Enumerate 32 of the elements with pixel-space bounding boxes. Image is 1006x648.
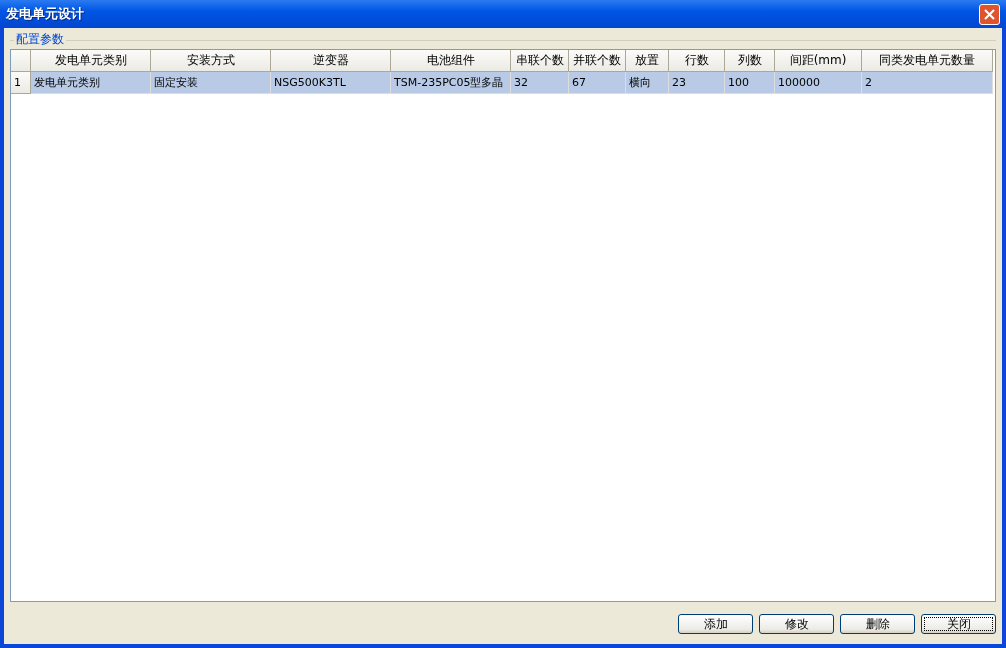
table-cell: 固定安装 [151, 72, 271, 94]
group-title: 配置参数 [14, 31, 66, 48]
column-header[interactable]: 电池组件 [391, 50, 511, 72]
column-header[interactable]: 逆变器 [271, 50, 391, 72]
column-header[interactable]: 安装方式 [151, 50, 271, 72]
column-header[interactable]: 行数 [669, 50, 725, 72]
table-cell: NSG500K3TL [271, 72, 391, 94]
dialog-button[interactable]: 删除 [840, 614, 915, 634]
close-icon [984, 8, 995, 20]
table-cell: 100 [725, 72, 775, 94]
table-cell: 32 [511, 72, 569, 94]
column-header[interactable]: 同类发电单元数量 [862, 50, 993, 72]
column-header[interactable]: 发电单元类别 [31, 50, 151, 72]
window-title: 发电单元设计 [6, 5, 84, 23]
table-cell: 发电单元类别 [31, 72, 151, 94]
dialog-button[interactable]: 修改 [759, 614, 834, 634]
dialog-button[interactable]: 添加 [678, 614, 753, 634]
table-cell: 100000 [775, 72, 862, 94]
column-header[interactable]: 并联个数 [569, 50, 626, 72]
column-header[interactable]: 串联个数 [511, 50, 569, 72]
table-cell: TSM-235PC05型多晶 [391, 72, 511, 94]
column-header[interactable]: 列数 [725, 50, 775, 72]
table-cell: 23 [669, 72, 725, 94]
dialog-button[interactable]: 关闭 [921, 614, 996, 634]
table-cell: 67 [569, 72, 626, 94]
corner-header [11, 50, 31, 72]
column-header[interactable]: 放置 [626, 50, 669, 72]
table-cell: 2 [862, 72, 993, 94]
close-button[interactable] [979, 3, 1000, 25]
row-number[interactable]: 1 [11, 72, 31, 94]
table-cell: 横向 [626, 72, 669, 94]
column-header[interactable]: 间距(mm) [775, 50, 862, 72]
